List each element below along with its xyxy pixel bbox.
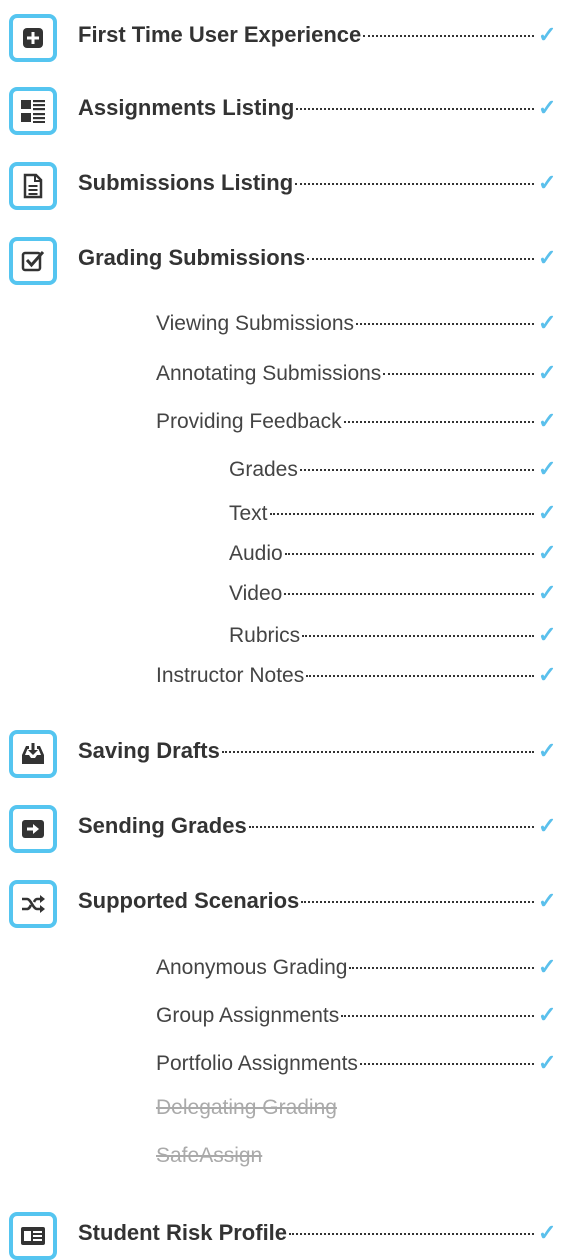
checklist-item: Supported Scenarios ✓ [0, 880, 563, 928]
item-label: Student Risk Profile [78, 1220, 288, 1245]
item-label: Assignments Listing [78, 95, 295, 120]
dot-leader [363, 35, 534, 37]
item-label: Annotating Submissions [156, 362, 382, 385]
checkmark-icon: ✓ [538, 95, 557, 120]
checklist-item: Sending Grades ✓ [0, 805, 563, 853]
checklist-item: Rubrics ✓ [0, 616, 563, 656]
dot-leader [349, 967, 534, 969]
dot-leader [221, 751, 534, 753]
checkmark-icon: ✓ [538, 622, 557, 647]
checkmark-icon: ✓ [538, 888, 557, 913]
item-label: First Time User Experience [78, 22, 362, 47]
checkmark-icon: ✓ [538, 954, 557, 979]
checklist-item: Viewing Submissions ✓ [0, 304, 563, 344]
dot-leader [284, 593, 534, 595]
checklist-item: Anonymous Grading ✓ [0, 948, 563, 988]
item-label: Viewing Submissions [156, 312, 355, 335]
dot-leader [306, 675, 534, 677]
dot-leader [269, 513, 534, 515]
checkmark-icon: ✓ [538, 540, 557, 565]
checkmark-icon: ✓ [538, 408, 557, 433]
item-label: SafeAssign [156, 1144, 263, 1167]
item-label: Grading Submissions [78, 245, 306, 270]
checkmark-icon: ✓ [538, 310, 557, 335]
checkmark-icon: ✓ [538, 456, 557, 481]
checklist-item: Group Assignments ✓ [0, 996, 563, 1036]
dot-leader [343, 421, 534, 423]
checkmark-icon: ✓ [538, 580, 557, 605]
shuffle-icon [9, 880, 57, 928]
checkmark-icon: ✓ [538, 360, 557, 385]
item-label: Sending Grades [78, 813, 247, 838]
id-card-icon [9, 1212, 57, 1260]
item-label: Rubrics [229, 624, 301, 647]
checkmark-icon: ✓ [538, 170, 557, 195]
checklist-item: Student Risk Profile ✓ [0, 1212, 563, 1260]
dot-leader [356, 323, 534, 325]
dot-leader [341, 1015, 534, 1017]
dot-leader [359, 1063, 534, 1065]
dot-leader [383, 373, 534, 375]
document-icon [9, 162, 57, 210]
item-label: Supported Scenarios [78, 888, 300, 913]
item-label: Grades [229, 458, 298, 481]
item-label: Saving Drafts [78, 738, 220, 763]
checklist-item: Annotating Submissions ✓ [0, 354, 563, 394]
checklist-item: Video ✓ [0, 574, 563, 614]
arrow-right-icon [9, 805, 57, 853]
checkmark-icon: ✓ [538, 1220, 557, 1245]
item-label: Audio [229, 542, 283, 565]
dot-leader [295, 183, 534, 185]
checklist-item: Audio ✓ [0, 534, 563, 574]
item-label: Group Assignments [156, 1004, 340, 1027]
checkmark-icon: ✓ [538, 1050, 557, 1075]
dot-leader [289, 1233, 534, 1235]
checklist-item: Grades ✓ [0, 450, 563, 490]
item-label: Anonymous Grading [156, 956, 348, 979]
plus-square-icon [9, 14, 57, 62]
item-label: Video [229, 582, 283, 605]
checklist-item: Delegating Grading [0, 1090, 563, 1130]
checklist-item: Assignments Listing ✓ [0, 87, 563, 135]
item-label: Providing Feedback [156, 410, 342, 433]
dot-leader [296, 108, 534, 110]
checklist-item: Submissions Listing ✓ [0, 162, 563, 210]
item-label: Instructor Notes [156, 664, 305, 687]
checklist-item: Providing Feedback ✓ [0, 402, 563, 442]
checklist-item: First Time User Experience ✓ [0, 14, 563, 62]
item-label: Text [229, 502, 268, 525]
checkmark-icon: ✓ [538, 245, 557, 270]
checkmark-icon: ✓ [538, 662, 557, 687]
checkmark-icon: ✓ [538, 813, 557, 838]
item-label: Submissions Listing [78, 170, 294, 195]
item-label: Delegating Grading [156, 1096, 337, 1119]
checkmark-icon: ✓ [538, 22, 557, 47]
inbox-download-icon [9, 730, 57, 778]
checklist-item: Grading Submissions ✓ [0, 237, 563, 285]
dot-leader [301, 901, 534, 903]
dot-leader [307, 258, 534, 260]
dot-leader [284, 553, 534, 555]
checklist-item: Text ✓ [0, 494, 563, 534]
dot-leader [248, 826, 534, 828]
checkmark-icon: ✓ [538, 500, 557, 525]
checklist-item: Saving Drafts ✓ [0, 730, 563, 778]
dot-leader [299, 469, 534, 471]
checkbox-icon [9, 237, 57, 285]
dot-leader [302, 635, 534, 637]
checkmark-icon: ✓ [538, 738, 557, 763]
item-label: Portfolio Assignments [156, 1052, 358, 1075]
checkmark-icon: ✓ [538, 1002, 557, 1027]
checklist-item: Instructor Notes ✓ [0, 656, 563, 696]
checklist-item: Portfolio Assignments ✓ [0, 1044, 563, 1084]
list-icon [9, 87, 57, 135]
checklist-item: SafeAssign [0, 1138, 563, 1178]
